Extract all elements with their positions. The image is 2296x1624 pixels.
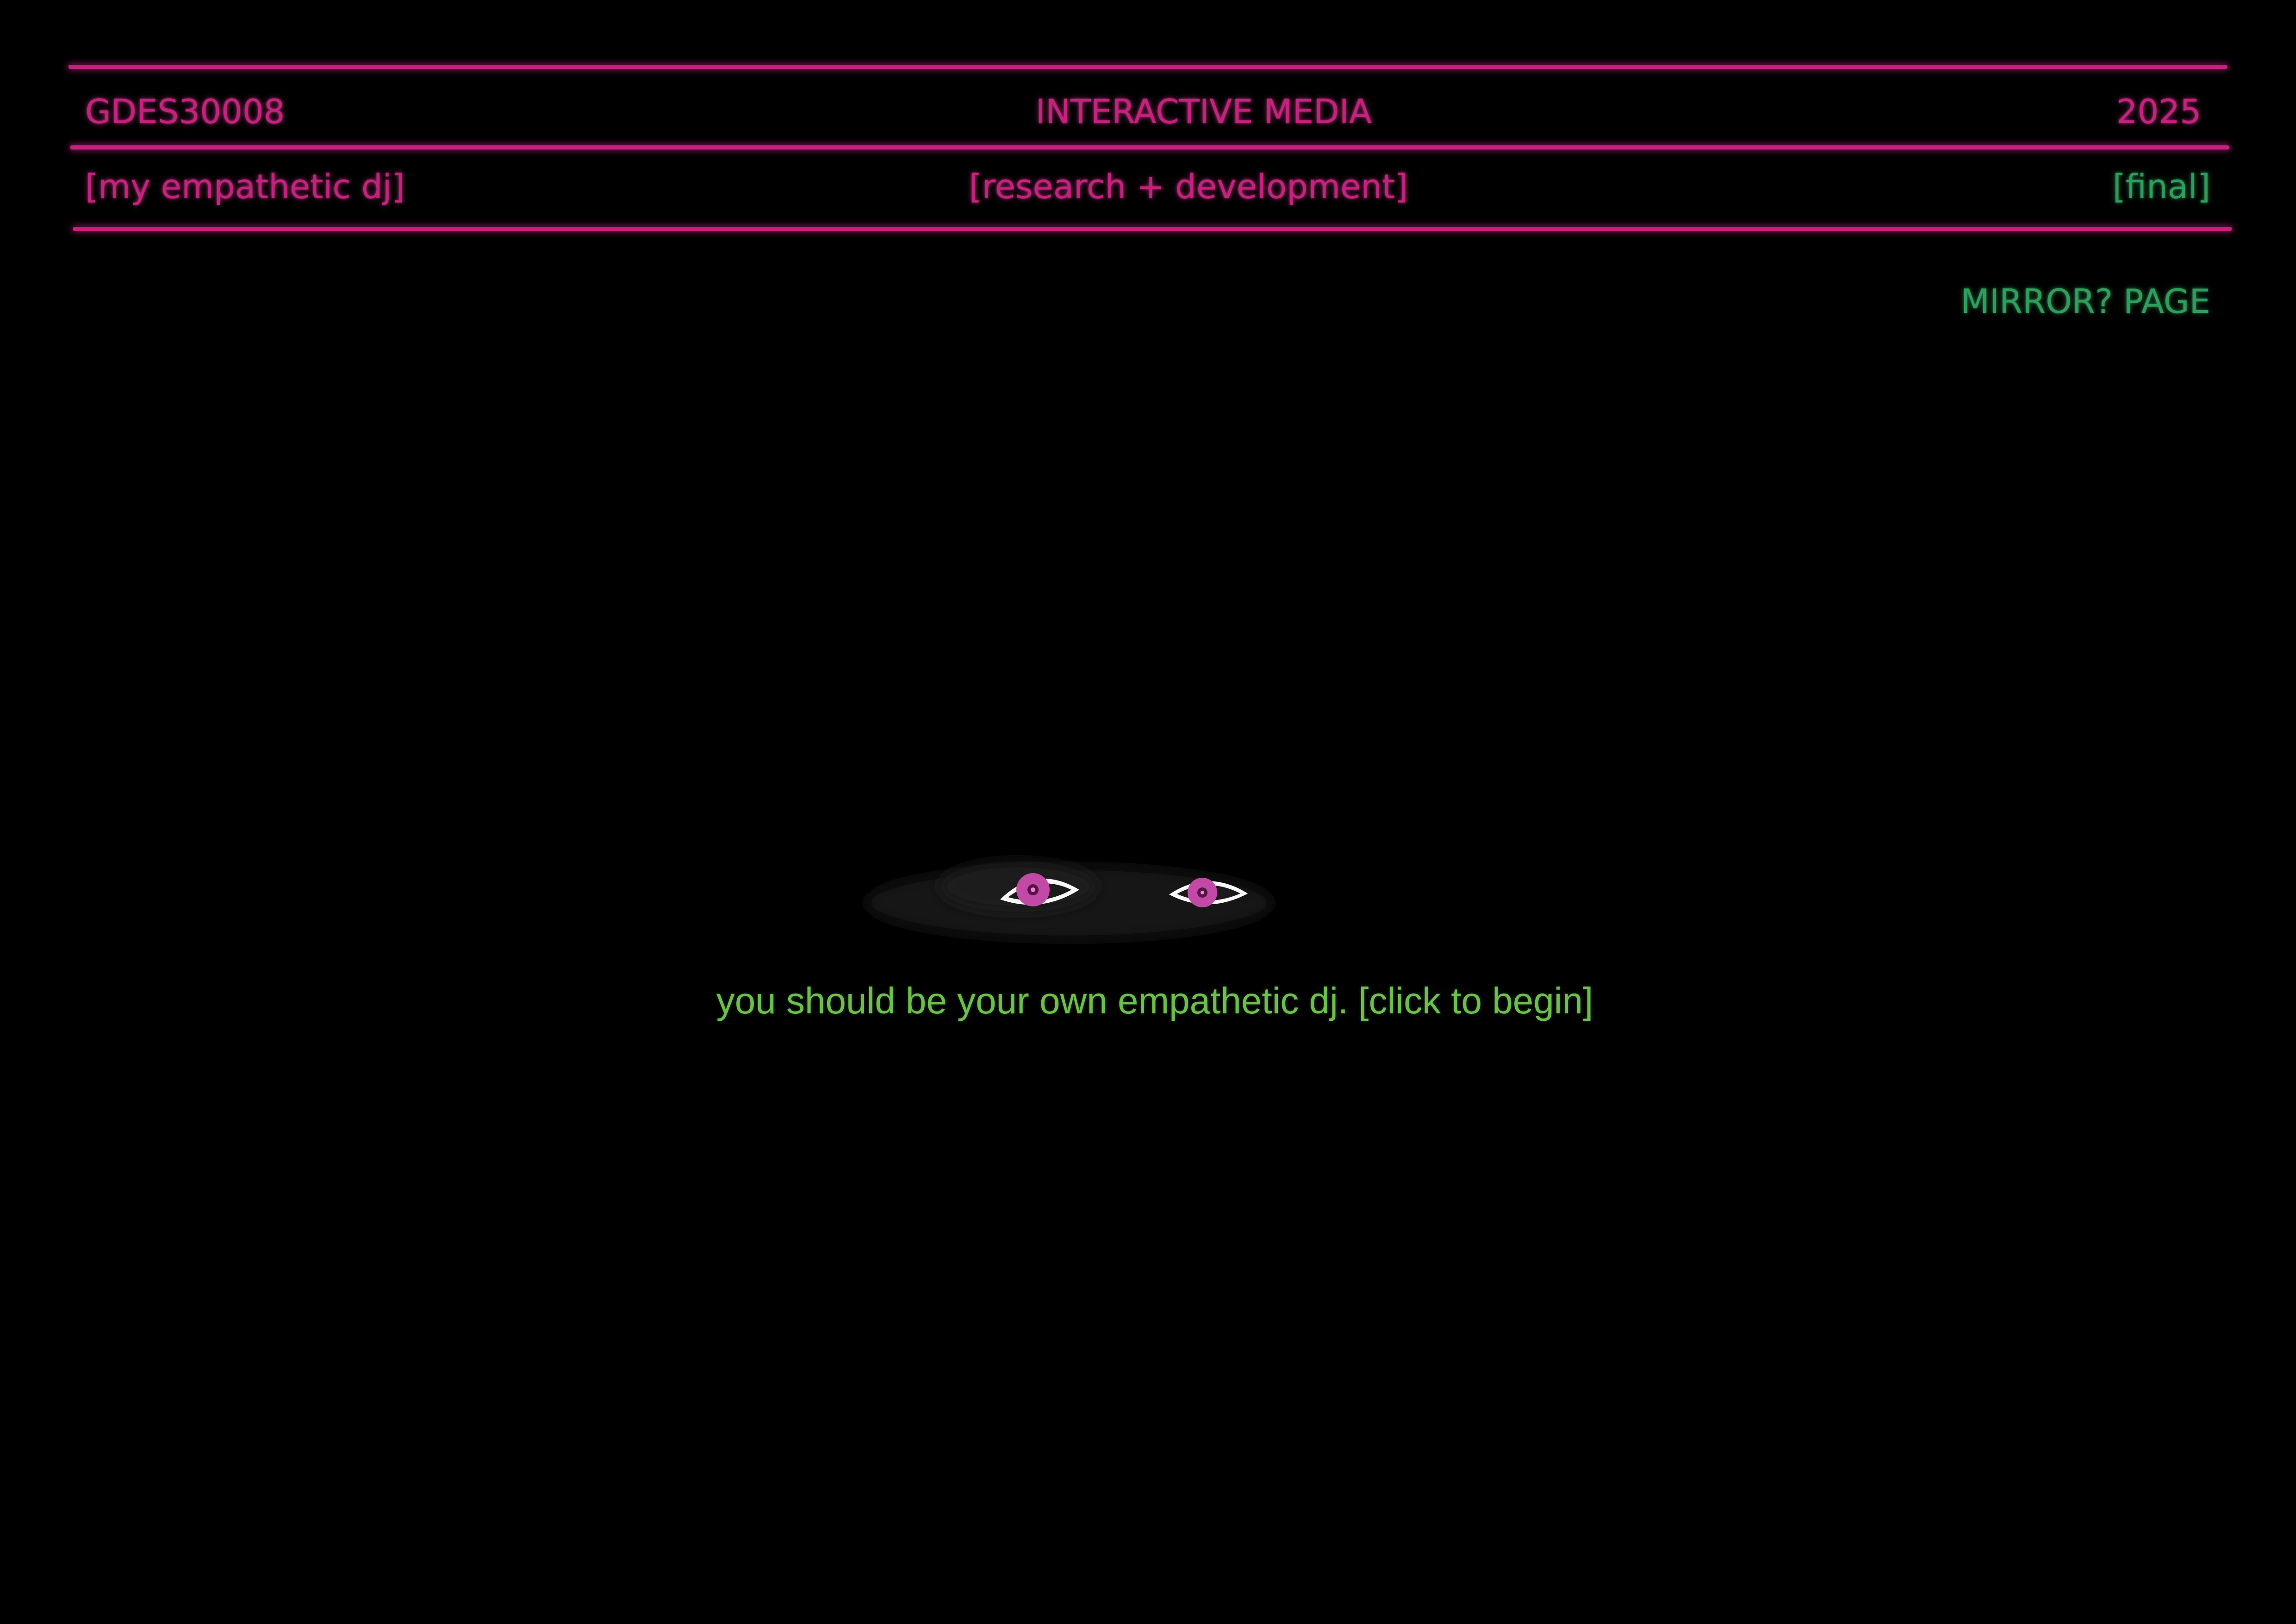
project-title: [my empathetic dj] [85, 167, 405, 206]
header-rule-bottom [73, 227, 2232, 231]
header-rule-middle [70, 145, 2229, 150]
section-title: [research + development] [969, 167, 1408, 206]
header-rule-top [68, 65, 2227, 69]
course-title: INTERACTIVE MEDIA [1035, 92, 1372, 131]
course-year: 2025 [2116, 92, 2201, 131]
eyes-icon [865, 861, 1273, 940]
mirror-page-link[interactable]: MIRROR? PAGE [1961, 281, 2210, 322]
click-to-begin-prompt[interactable]: you should be your own empathetic dj. [c… [716, 978, 1593, 1024]
stage-label: [final] [2112, 167, 2210, 206]
course-code: GDES30008 [85, 92, 285, 131]
